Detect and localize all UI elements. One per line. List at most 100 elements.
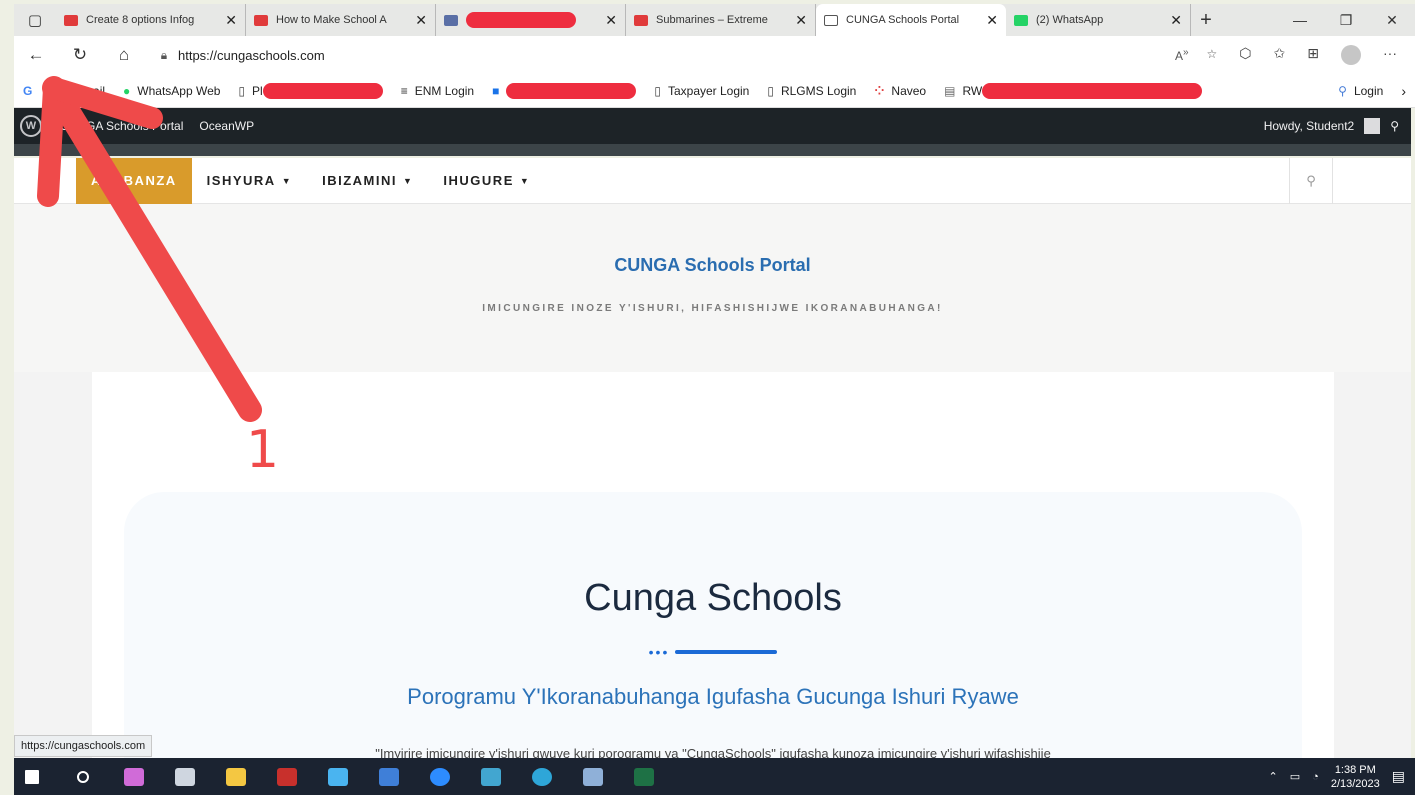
add-favorite-icon[interactable]: ☆ bbox=[1207, 47, 1218, 63]
menu-item[interactable]: IBIZAMINI ▼ bbox=[307, 158, 428, 204]
tab-label: Create 8 options Infog bbox=[86, 14, 195, 26]
address-bar: ← ↻ ⌂ 🔒︎ https://cungaschools.com A» ☆ ⬡… bbox=[14, 36, 1415, 74]
bookmark-icon: G bbox=[23, 83, 33, 98]
wifi-icon[interactable]: ◔ bbox=[1312, 771, 1319, 783]
bookmark-item[interactable]: ● WhatsApp Web bbox=[114, 84, 229, 98]
bookmark-label: Gmail bbox=[73, 83, 106, 98]
bookmark-label: WhatsApp Web bbox=[137, 83, 221, 98]
tab-close-icon[interactable]: ✕ bbox=[1170, 12, 1182, 29]
menu-item[interactable]: IHUGURE ▼ bbox=[428, 158, 545, 204]
taskbar-app-glyph bbox=[379, 767, 399, 786]
tab-close-icon[interactable]: ✕ bbox=[986, 12, 998, 29]
bookmark-item[interactable]: ■ bbox=[483, 82, 645, 99]
paint-icon[interactable] bbox=[116, 758, 152, 795]
internet-explorer-icon[interactable] bbox=[320, 758, 356, 795]
hero-title: Cunga Schools bbox=[584, 577, 842, 619]
bookmark-icon: G bbox=[57, 83, 67, 98]
divider-bar bbox=[675, 650, 778, 654]
bookmark-login[interactable]: ⚲ Login bbox=[1329, 84, 1392, 98]
battery-icon[interactable]: ▭ bbox=[1290, 770, 1300, 783]
bookmark-icon: ≡ bbox=[400, 83, 408, 98]
favorites-icon[interactable]: ✩ bbox=[1274, 45, 1286, 65]
bookmark-label: Pl bbox=[252, 83, 263, 98]
terminal-icon[interactable] bbox=[167, 758, 203, 795]
site-search-icon[interactable]: ⚲ bbox=[1289, 157, 1333, 204]
file-explorer-icon[interactable] bbox=[218, 758, 254, 795]
tab-actions-icon[interactable]: ▢ bbox=[14, 4, 56, 36]
app-blue-icon[interactable] bbox=[371, 758, 407, 795]
extensions-icon[interactable]: ⬡ bbox=[1239, 45, 1251, 65]
tray-chevron-icon[interactable]: ⌃ bbox=[1269, 770, 1278, 783]
bookmark-item[interactable]: ▯ Taxpayer Login bbox=[645, 84, 758, 98]
profile-avatar-icon[interactable] bbox=[1341, 45, 1361, 65]
windows-taskbar: ⌃ ▭ ◔ 1:38 PM 2/13/2023 ▤ bbox=[14, 758, 1415, 795]
minimize-button[interactable]: — bbox=[1277, 12, 1323, 29]
new-tab-button[interactable]: + bbox=[1191, 9, 1221, 32]
hero-background bbox=[124, 492, 1302, 758]
menu-item[interactable]: AHABANZA bbox=[76, 157, 192, 204]
collections-icon[interactable]: ⊞ bbox=[1307, 45, 1319, 65]
close-button[interactable]: ✕ bbox=[1369, 12, 1415, 29]
clock-date: 2/13/2023 bbox=[1330, 777, 1380, 790]
browser-tab[interactable]: CUNGA Schools Portal ✕ bbox=[816, 4, 1006, 36]
read-aloud-icon[interactable]: A» bbox=[1175, 47, 1189, 63]
url-field[interactable]: 🔒︎ https://cungaschools.com A» ☆ bbox=[150, 41, 1229, 69]
chevron-down-icon: ▼ bbox=[519, 175, 531, 186]
bookmark-label: Naveo bbox=[891, 83, 927, 98]
admin-search-icon[interactable]: ⚲ bbox=[1390, 119, 1399, 133]
bookmark-item[interactable]: G Gmail bbox=[48, 84, 114, 98]
notifications-icon[interactable]: ▤ bbox=[1392, 768, 1405, 785]
excel-icon[interactable] bbox=[626, 758, 662, 795]
howdy-user[interactable]: Howdy, Student2 bbox=[1264, 119, 1355, 133]
bookmark-icon: ▯ bbox=[238, 83, 246, 98]
tab-close-icon[interactable]: ✕ bbox=[225, 12, 237, 29]
zoom-icon[interactable] bbox=[422, 758, 458, 795]
bookmark-icon: ⁘ bbox=[874, 83, 885, 98]
taskbar-app-glyph bbox=[77, 770, 89, 783]
lock-icon[interactable]: 🔒︎ bbox=[150, 48, 178, 63]
menu-item[interactable]: ISHYURA ▼ bbox=[192, 158, 307, 204]
network-icon[interactable] bbox=[575, 758, 611, 795]
restore-button[interactable]: ❐ bbox=[1323, 12, 1369, 29]
site-title[interactable]: CUNGA Schools Portal bbox=[14, 255, 1411, 276]
taskbar-app-glyph bbox=[532, 767, 552, 786]
tab-favicon-icon bbox=[254, 14, 268, 26]
tab-close-icon[interactable]: ✕ bbox=[415, 12, 427, 29]
browser-tab-strip: ▢ Create 8 options Infog ✕ How to Make Sch… bbox=[14, 4, 1415, 36]
more-menu-icon[interactable]: ··· bbox=[1383, 45, 1397, 65]
app-teal-icon[interactable] bbox=[473, 758, 509, 795]
wp-admin-bar: W CUNGA Schools Portal OceanWP Howdy, St… bbox=[14, 108, 1411, 144]
browser-tab[interactable]: Submarines – Extreme ✕ bbox=[626, 4, 816, 36]
user-avatar[interactable] bbox=[1364, 118, 1381, 134]
browser-tab[interactable]: (2) WhatsApp ✕ bbox=[1006, 4, 1191, 36]
admin-site-name[interactable]: CUNGA Schools Portal bbox=[52, 119, 191, 133]
site-navigation: AHABANZA ISHYURA ▼ IBIZAMINI ▼ IHUGURE ▼ ⚲ bbox=[14, 157, 1411, 204]
bookmarks-overflow-icon[interactable]: › bbox=[1392, 83, 1415, 99]
bookmark-icon: ■ bbox=[492, 83, 500, 98]
menu-item-label: ISHYURA bbox=[206, 173, 276, 188]
home-icon[interactable]: ⌂ bbox=[102, 45, 146, 65]
back-arrow-icon[interactable]: ← bbox=[14, 45, 58, 65]
bookmark-item[interactable]: G bbox=[14, 84, 48, 98]
url-text[interactable]: https://cungaschools.com bbox=[178, 48, 325, 63]
tab-close-icon[interactable]: ✕ bbox=[795, 12, 807, 29]
taskbar-app-glyph bbox=[481, 767, 501, 786]
wordpress-logo-icon[interactable]: W bbox=[20, 115, 42, 137]
bookmark-item[interactable]: ▯ RLGMS Login bbox=[758, 84, 865, 98]
browser-tab[interactable]: How to Make School A ✕ bbox=[246, 4, 436, 36]
search-icon[interactable] bbox=[65, 758, 101, 795]
filezilla-icon[interactable] bbox=[269, 758, 305, 795]
edge-icon[interactable] bbox=[524, 758, 560, 795]
tab-close-icon[interactable]: ✕ bbox=[605, 12, 617, 29]
bookmark-item[interactable]: ▤ RW bbox=[935, 82, 1211, 99]
refresh-icon[interactable]: ↻ bbox=[58, 45, 102, 65]
bookmark-item[interactable]: ▯ Pl bbox=[229, 82, 391, 99]
bookmark-item[interactable]: ≡ ENM Login bbox=[392, 84, 483, 98]
windows-start-icon[interactable] bbox=[14, 758, 50, 795]
taskbar-clock[interactable]: 1:38 PM 2/13/2023 bbox=[1331, 763, 1380, 791]
bookmark-item[interactable]: ⁘ Naveo bbox=[865, 84, 935, 98]
admin-theme-link[interactable]: OceanWP bbox=[191, 119, 262, 133]
menu-item-label: IBIZAMINI bbox=[322, 173, 397, 188]
browser-tab[interactable]: Create 8 options Infog ✕ bbox=[56, 4, 246, 36]
browser-tab[interactable]: ✕ bbox=[436, 4, 626, 36]
